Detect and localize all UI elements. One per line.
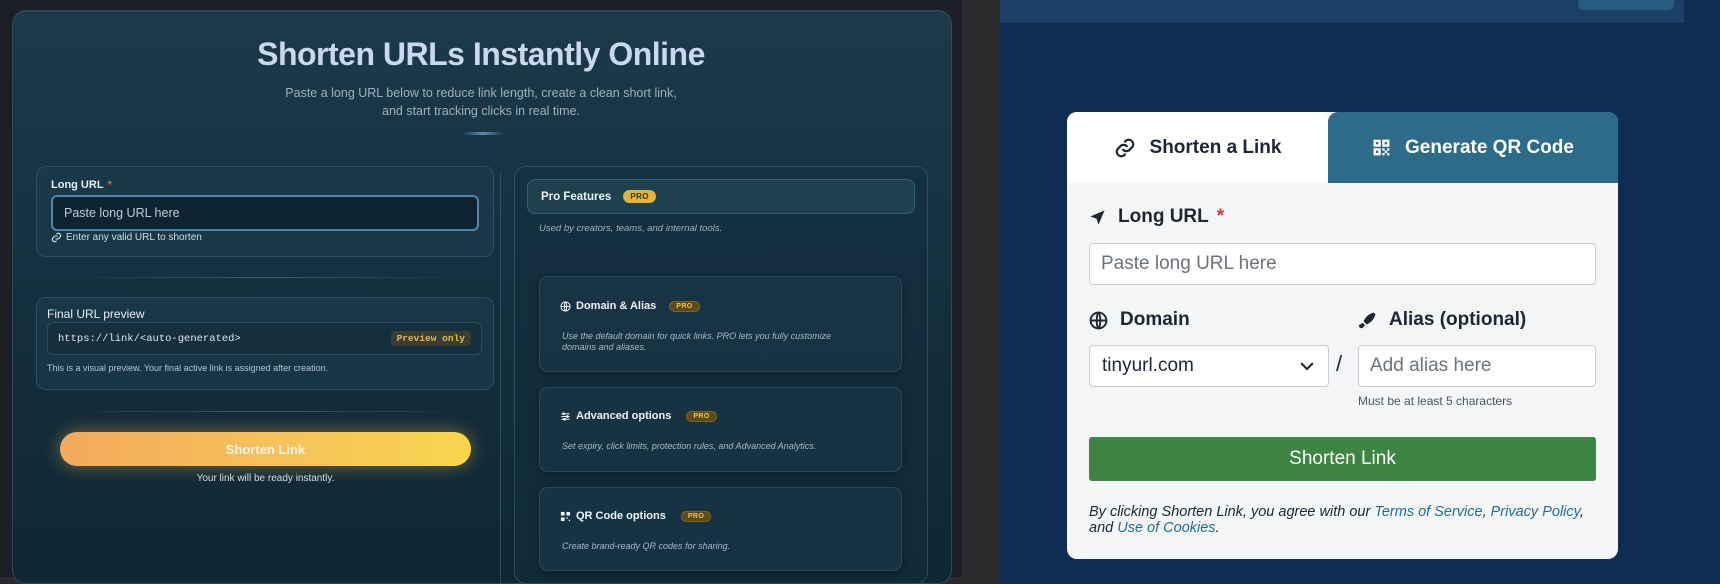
feature-desc-line: Set expiry, click limits, protection rul… bbox=[562, 441, 817, 451]
feature-desc-line: Create brand-ready QR codes for sharing. bbox=[562, 541, 731, 551]
feature-desc: Set expiry, click limits, protection rul… bbox=[562, 441, 882, 452]
terms-text: By clicking Shorten Link, you agree with… bbox=[1089, 504, 1596, 536]
shorten-link-button[interactable]: Shorten Link bbox=[1089, 437, 1596, 481]
feature-card-header: QR Code options PRO bbox=[560, 510, 712, 522]
feature-title: Domain & Alias bbox=[576, 300, 657, 312]
tab-label: Shorten a Link bbox=[1149, 136, 1282, 158]
tab-shorten-a-link[interactable]: Shorten a Link bbox=[1067, 112, 1328, 183]
terms-end: . bbox=[1215, 520, 1220, 536]
domain-label: Domain bbox=[1089, 309, 1190, 331]
sliders-icon bbox=[561, 411, 570, 421]
preview-only-badge: Preview only bbox=[390, 331, 471, 346]
feature-card-header: Advanced options PRO bbox=[560, 410, 717, 422]
pro-badge: PRO bbox=[686, 410, 717, 422]
feature-card-qr-code-options[interactable]: QR Code options PRO Create brand-ready Q… bbox=[539, 487, 902, 571]
feature-desc: Use the default domain for quick links. … bbox=[562, 331, 882, 353]
long-url-input[interactable]: Paste long URL here bbox=[51, 195, 479, 231]
pro-features-title: Pro Features bbox=[541, 190, 612, 203]
globe-icon bbox=[1089, 311, 1108, 329]
long-url-placeholder: Paste long URL here bbox=[1101, 253, 1277, 274]
top-nav-button[interactable] bbox=[1578, 0, 1674, 10]
page-subtitle-line-2: and start tracking clicks in real time. bbox=[382, 104, 580, 118]
feature-desc: Create brand-ready QR codes for sharing. bbox=[562, 541, 882, 552]
long-url-label: Long URL * bbox=[51, 179, 112, 191]
feature-desc-line: domains and aliases. bbox=[562, 342, 647, 352]
domain-alias-separator: / bbox=[1336, 351, 1343, 376]
long-url-hint-text: Enter any valid URL to shorten bbox=[66, 232, 202, 243]
magic-wand-icon bbox=[1358, 312, 1376, 328]
feature-title: QR Code options bbox=[576, 510, 666, 522]
alias-label-text: Alias (optional) bbox=[1389, 309, 1527, 330]
globe-icon bbox=[560, 300, 571, 312]
alias-hint: Must be at least 5 characters bbox=[1358, 394, 1513, 408]
terms-comma: , bbox=[1482, 504, 1491, 520]
terms-prefix: By clicking Shorten Link, you agree with… bbox=[1089, 504, 1375, 520]
domain-select[interactable]: tinyurl.com bbox=[1089, 345, 1329, 387]
feature-card-header: Domain & Alias PRO bbox=[560, 300, 700, 312]
pro-features-header: Pro Features PRO bbox=[527, 179, 915, 214]
long-url-label-text: Long URL bbox=[51, 179, 104, 191]
pro-badge: PRO bbox=[669, 300, 700, 312]
title-underline bbox=[462, 132, 504, 135]
long-url-hint: Enter any valid URL to shorten bbox=[51, 232, 202, 243]
tab-label: Generate QR Code bbox=[1405, 136, 1574, 158]
use-of-cookies-link[interactable]: Use of Cookies bbox=[1117, 520, 1215, 536]
pro-badge: PRO bbox=[680, 510, 712, 522]
pro-features-subtitle: Used by creators, teams, and internal to… bbox=[539, 223, 723, 234]
page-subtitle-line-1: Paste a long URL below to reduce link le… bbox=[285, 86, 677, 100]
alias-label: Alias (optional) bbox=[1358, 309, 1526, 331]
long-url-label: Long URL * bbox=[1089, 206, 1224, 228]
ready-text: Your link will be ready instantly. bbox=[196, 473, 335, 484]
feature-title: Advanced options bbox=[576, 410, 672, 422]
feature-desc-line: Use the default domain for quick links. … bbox=[562, 331, 832, 341]
domain-label-text: Domain bbox=[1120, 309, 1190, 330]
page-title: Shorten URLs Instantly Online bbox=[257, 36, 705, 72]
qr-icon bbox=[1373, 139, 1390, 156]
url-preview-box: https://link/<auto-generated> Preview on… bbox=[47, 322, 482, 355]
link-icon bbox=[1115, 138, 1134, 157]
qr-icon bbox=[560, 511, 571, 521]
feature-card-domain-alias[interactable]: Domain & Alias PRO Use the default domai… bbox=[539, 276, 902, 372]
url-preview-title: Final URL preview bbox=[47, 307, 145, 321]
pro-badge: PRO bbox=[623, 190, 656, 203]
url-preview-value: https://link/<auto-generated> bbox=[58, 332, 241, 345]
required-mark: * bbox=[1216, 206, 1225, 227]
url-preview-note: This is a visual preview. Your final act… bbox=[47, 363, 329, 373]
feature-card-advanced-options[interactable]: Advanced options PRO Set expiry, click l… bbox=[539, 387, 902, 472]
domain-select-value: tinyurl.com bbox=[1102, 355, 1194, 376]
alias-input[interactable]: Add alias here bbox=[1358, 345, 1596, 387]
link-icon bbox=[51, 232, 62, 243]
chevron-down-icon bbox=[1300, 362, 1314, 371]
shorten-link-button[interactable]: Shorten Link bbox=[60, 432, 471, 466]
required-mark: * bbox=[107, 179, 112, 191]
privacy-policy-link[interactable]: Privacy Policy bbox=[1491, 504, 1580, 520]
long-url-placeholder: Paste long URL here bbox=[64, 206, 180, 220]
long-url-label-text: Long URL bbox=[1118, 206, 1209, 227]
terms-of-service-link[interactable]: Terms of Service bbox=[1374, 504, 1482, 520]
alias-placeholder: Add alias here bbox=[1370, 355, 1492, 376]
location-arrow-icon bbox=[1090, 209, 1105, 225]
column-separator bbox=[500, 172, 501, 584]
divider bbox=[60, 411, 470, 412]
long-url-input[interactable]: Paste long URL here bbox=[1089, 243, 1596, 285]
tab-generate-qr-code[interactable]: Generate QR Code bbox=[1328, 112, 1618, 183]
divider bbox=[60, 277, 470, 278]
